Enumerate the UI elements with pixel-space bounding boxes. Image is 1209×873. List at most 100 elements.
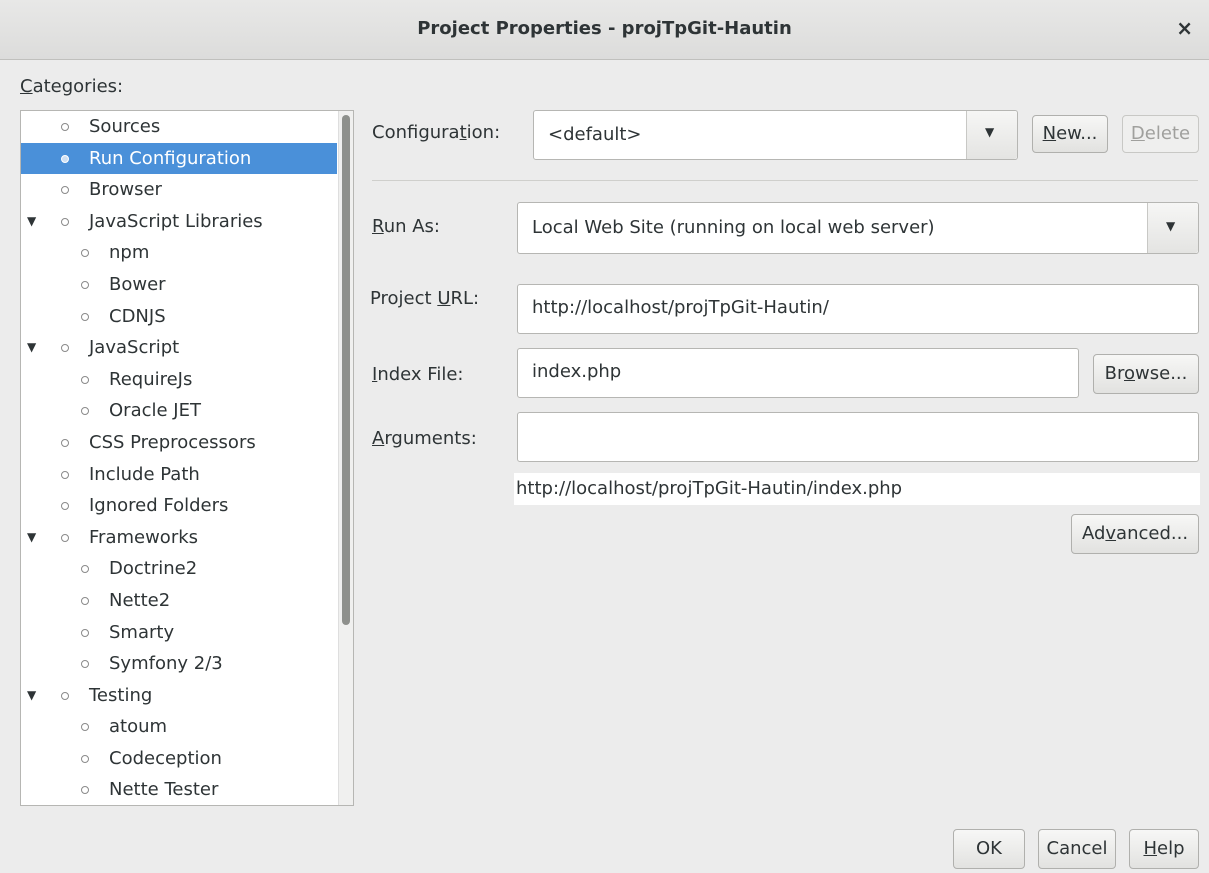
tree-item[interactable]: Bower (21, 269, 337, 301)
tree-item[interactable]: Nette2 (21, 585, 337, 617)
bullet-icon (61, 186, 69, 195)
tree-item[interactable]: ▼ JavaScript (21, 332, 337, 364)
window-title: Project Properties - projTpGit-Hautin (417, 18, 792, 39)
tree-item[interactable]: Oracle JET (21, 395, 337, 427)
tree-item-label: CSS Preprocessors (89, 431, 256, 453)
tree-scrollbar[interactable] (338, 111, 353, 805)
browse-button[interactable]: Browse... (1093, 354, 1199, 394)
run-as-label: Run As: (372, 216, 440, 237)
bullet-icon (81, 660, 89, 669)
delete-button[interactable]: Delete (1122, 115, 1199, 153)
tree-item[interactable]: Codeception (21, 743, 337, 775)
configuration-value: <default> (548, 124, 642, 145)
bullet-icon (81, 754, 89, 763)
configuration-label: Configuration: (372, 122, 501, 143)
tree-item[interactable]: Smarty (21, 617, 337, 649)
tree-item[interactable]: Run Configuration (21, 142, 337, 175)
tree-item-label: CDNJS (109, 305, 166, 327)
chevron-down-icon: ▼ (1166, 219, 1176, 233)
index-file-label: Index File: (372, 364, 464, 385)
tree-item-label: Frameworks (89, 526, 199, 548)
triangle-down-icon[interactable]: ▼ (27, 680, 36, 712)
project-url-value: http://localhost/projTpGit-Hautin/ (532, 297, 829, 318)
bullet-icon (61, 123, 69, 131)
bullet-icon (81, 375, 89, 384)
bullet-icon (61, 154, 69, 163)
project-url-input[interactable]: http://localhost/projTpGit-Hautin/ (517, 284, 1199, 334)
bullet-icon (61, 217, 69, 226)
bullet-icon (81, 312, 89, 321)
bullet-icon (61, 470, 69, 479)
tree-item-label: npm (109, 242, 150, 264)
tree-items: Sources Run Configuration Browser ▼ JavaScri… (21, 111, 337, 805)
separator (372, 180, 1198, 181)
tree-item[interactable]: Nette Tester (21, 774, 337, 805)
tree-item[interactable]: ▼ Testing (21, 680, 337, 712)
cancel-button[interactable]: Cancel (1038, 829, 1116, 869)
advanced-button[interactable]: Advanced... (1071, 514, 1199, 554)
tree-item[interactable]: Include Path (21, 459, 337, 491)
tree-item[interactable]: Symfony 2/3 (21, 648, 337, 680)
bullet-icon (81, 249, 89, 258)
title-bar: Project Properties - projTpGit-Hautin × (0, 0, 1209, 60)
ok-button[interactable]: OK (953, 829, 1025, 869)
tree-item-label: Ignored Folders (89, 495, 229, 517)
project-url-label: Project URL: (370, 288, 480, 309)
tree-item[interactable]: Ignored Folders (21, 490, 337, 522)
close-icon[interactable]: × (1176, 16, 1193, 40)
tree-item[interactable]: ▼ JavaScript Libraries (21, 206, 337, 238)
tree-item[interactable]: atoum (21, 711, 337, 743)
tree-item-label: Nette2 (109, 589, 171, 611)
tree-item-label: Oracle JET (109, 400, 201, 422)
bullet-icon (61, 344, 69, 353)
configuration-dropdown-button[interactable]: ▼ (966, 111, 1017, 159)
triangle-down-icon[interactable]: ▼ (27, 332, 36, 364)
tree-item[interactable]: npm (21, 237, 337, 269)
arguments-input[interactable] (517, 412, 1199, 462)
tree-item-label: Run Configuration (89, 147, 252, 169)
run-as-dropdown-button[interactable]: ▼ (1147, 203, 1198, 253)
tree-item-label: JavaScript Libraries (89, 210, 263, 232)
tree-item[interactable]: RequireJs (21, 364, 337, 396)
bullet-icon (81, 565, 89, 574)
bullet-icon (81, 596, 89, 605)
new-button[interactable]: New... (1032, 115, 1108, 153)
tree-item-label: Doctrine2 (109, 558, 198, 580)
tree-item-label: RequireJs (109, 368, 193, 390)
tree-item-label: Nette Tester (109, 779, 219, 801)
arguments-label: Arguments: (372, 428, 477, 449)
categories-tree[interactable]: Sources Run Configuration Browser ▼ JavaScri… (20, 110, 354, 806)
tree-item[interactable]: CDNJS (21, 301, 337, 333)
run-as-value: Local Web Site (running on local web ser… (532, 217, 935, 238)
tree-item-label: Symfony 2/3 (109, 653, 223, 675)
tree-item-label: Include Path (89, 463, 200, 485)
bullet-icon (81, 628, 89, 637)
resolved-url: http://localhost/projTpGit-Hautin/index.… (514, 473, 1200, 505)
tree-scrollbar-thumb[interactable] (342, 115, 350, 625)
tree-item-label: Testing (89, 684, 153, 706)
tree-item[interactable]: Sources (21, 111, 337, 143)
bullet-icon (81, 723, 89, 732)
tree-item-label: Sources (89, 116, 161, 137)
tree-item-label: Codeception (109, 747, 222, 769)
bullet-icon (81, 786, 89, 795)
help-button[interactable]: Help (1129, 829, 1199, 869)
index-file-input[interactable]: index.php (517, 348, 1079, 398)
tree-item[interactable]: Browser (21, 174, 337, 206)
bullet-icon (61, 691, 69, 700)
bullet-icon (81, 407, 89, 416)
tree-item-label: Bower (109, 273, 166, 295)
configuration-combo[interactable]: <default> ▼ (533, 110, 1018, 160)
tree-item-label: JavaScript (89, 337, 180, 359)
tree-item-label: atoum (109, 716, 168, 738)
triangle-down-icon[interactable]: ▼ (27, 206, 36, 238)
tree-item-label: Smarty (109, 621, 175, 643)
tree-item-label: Browser (89, 179, 162, 201)
bullet-icon (61, 438, 69, 447)
tree-item[interactable]: Doctrine2 (21, 553, 337, 585)
tree-item[interactable]: CSS Preprocessors (21, 427, 337, 459)
triangle-down-icon[interactable]: ▼ (27, 522, 36, 554)
tree-item[interactable]: ▼ Frameworks (21, 522, 337, 554)
chevron-down-icon: ▼ (985, 125, 995, 139)
run-as-combo[interactable]: Local Web Site (running on local web ser… (517, 202, 1199, 254)
